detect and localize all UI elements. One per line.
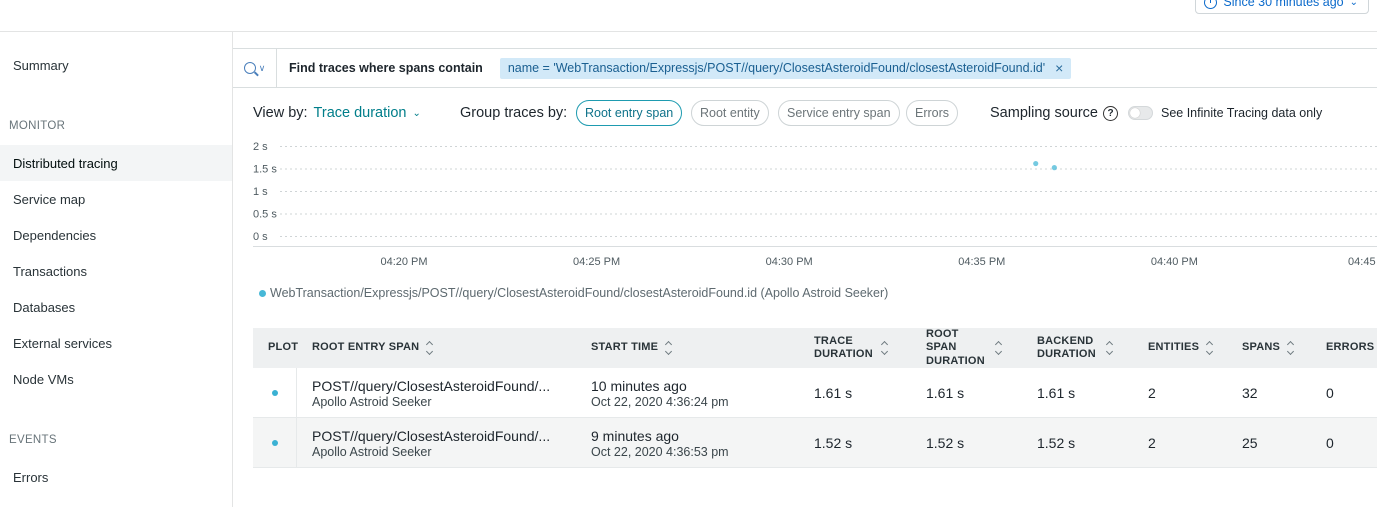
span-name: POST//query/ClosestAsteroidFound/...: [312, 427, 551, 444]
spans-cell: 32: [1242, 385, 1258, 401]
spans-cell: 25: [1242, 435, 1258, 451]
plot-cell: [253, 418, 297, 468]
entities-cell: 2: [1148, 385, 1156, 401]
start-relative: 10 minutes ago: [591, 377, 687, 394]
start-time-cell: 10 minutes ago Oct 22, 2020 4:36:24 pm: [591, 368, 729, 418]
sort-icon: [1288, 342, 1295, 354]
y-tick-label: 1.5 s: [253, 164, 277, 176]
errors-cell: 0: [1326, 435, 1334, 451]
backend-duration-cell: 1.52 s: [1037, 435, 1076, 451]
x-tick-label: 04:35 PM: [958, 256, 1005, 268]
col-root-entry-span[interactable]: ROOT ENTRY SPAN: [312, 328, 434, 368]
sort-icon: [996, 342, 1003, 354]
start-time-cell: 9 minutes ago Oct 22, 2020 4:36:53 pm: [591, 418, 729, 468]
sidebar-item-node-vms[interactable]: Node VMs: [0, 361, 232, 397]
col-trace-duration[interactable]: TRACE DURATION: [814, 328, 889, 368]
col-start-time[interactable]: START TIME: [591, 328, 673, 368]
x-tick-label: 04:20 PM: [380, 256, 427, 268]
y-tick-label: 1 s: [253, 186, 268, 198]
sidebar-item-errors[interactable]: Errors: [0, 459, 232, 495]
trace-duration-cell: 1.52 s: [814, 435, 853, 451]
trace-duration-chart: 0 s 0.5 s 1 s 1.5 s 2 s 04:20 PM 04:25 PM 04:30…: [253, 141, 1377, 268]
table-header: PLOT ROOT ENTRY SPAN START TIME TRACE DU…: [253, 328, 1377, 368]
x-tick-label: 04:45 P: [1348, 256, 1377, 268]
root-entry-span-cell[interactable]: POST//query/ClosestAsteroidFound/... Apo…: [312, 418, 550, 468]
table-row[interactable]: POST//query/ClosestAsteroidFound/... Apo…: [253, 418, 1377, 468]
sidebar-item-databases[interactable]: Databases: [0, 289, 232, 325]
x-tick-label: 04:40 PM: [1151, 256, 1198, 268]
start-absolute: Oct 22, 2020 4:36:53 pm: [591, 444, 729, 459]
x-tick-label: 04:25 PM: [573, 256, 620, 268]
root-span-duration-cell: 1.52 s: [926, 435, 965, 451]
legend-dot: [259, 289, 266, 297]
legend-label: WebTransaction/Expressjs/POST//query/Clo…: [270, 286, 889, 300]
chart-legend[interactable]: WebTransaction/Expressjs/POST//query/Clo…: [259, 286, 888, 300]
entity-name: Apollo Astroid Seeker: [312, 394, 432, 409]
sort-icon: [427, 342, 434, 354]
col-entities[interactable]: ENTITIES: [1148, 328, 1214, 368]
root-entry-span-cell[interactable]: POST//query/ClosestAsteroidFound/... Apo…: [312, 368, 550, 418]
trace-duration-cell: 1.61 s: [814, 385, 853, 401]
table-row[interactable]: POST//query/ClosestAsteroidFound/... Apo…: [253, 368, 1377, 418]
y-tick-label: 2 s: [253, 141, 268, 153]
x-tick-label: 04:30 PM: [766, 256, 813, 268]
start-relative: 9 minutes ago: [591, 427, 679, 444]
span-name: POST//query/ClosestAsteroidFound/...: [312, 377, 551, 394]
sort-icon: [882, 342, 889, 354]
col-errors[interactable]: ERRORS: [1326, 328, 1377, 368]
backend-duration-cell: 1.61 s: [1037, 385, 1076, 401]
plot-cell: [253, 368, 297, 418]
data-point: [1033, 160, 1039, 167]
col-backend-duration[interactable]: BACKEND DURATION: [1037, 328, 1114, 368]
entity-name: Apollo Astroid Seeker: [312, 444, 432, 459]
plot-dot: [272, 440, 278, 446]
col-root-span-duration[interactable]: ROOT SPAN DURATION: [926, 328, 1003, 368]
plot-dot: [272, 390, 278, 396]
sort-icon: [1207, 342, 1214, 354]
sidebar-section-events: EVENTS: [9, 434, 57, 446]
sidebar-item-external-services[interactable]: External services: [0, 325, 232, 361]
traces-table: PLOT ROOT ENTRY SPAN START TIME TRACE DU…: [253, 328, 1377, 468]
errors-cell: 0: [1326, 385, 1334, 401]
col-plot: PLOT: [268, 341, 299, 354]
sort-icon: [666, 342, 673, 354]
start-absolute: Oct 22, 2020 4:36:24 pm: [591, 394, 729, 409]
root-span-duration-cell: 1.61 s: [926, 385, 965, 401]
y-tick-label: 0 s: [253, 231, 268, 243]
col-spans[interactable]: SPANS: [1242, 328, 1295, 368]
entities-cell: 2: [1148, 435, 1156, 451]
data-point: [1051, 165, 1057, 171]
sort-icon: [1107, 342, 1114, 354]
y-tick-label: 0.5 s: [253, 209, 277, 221]
